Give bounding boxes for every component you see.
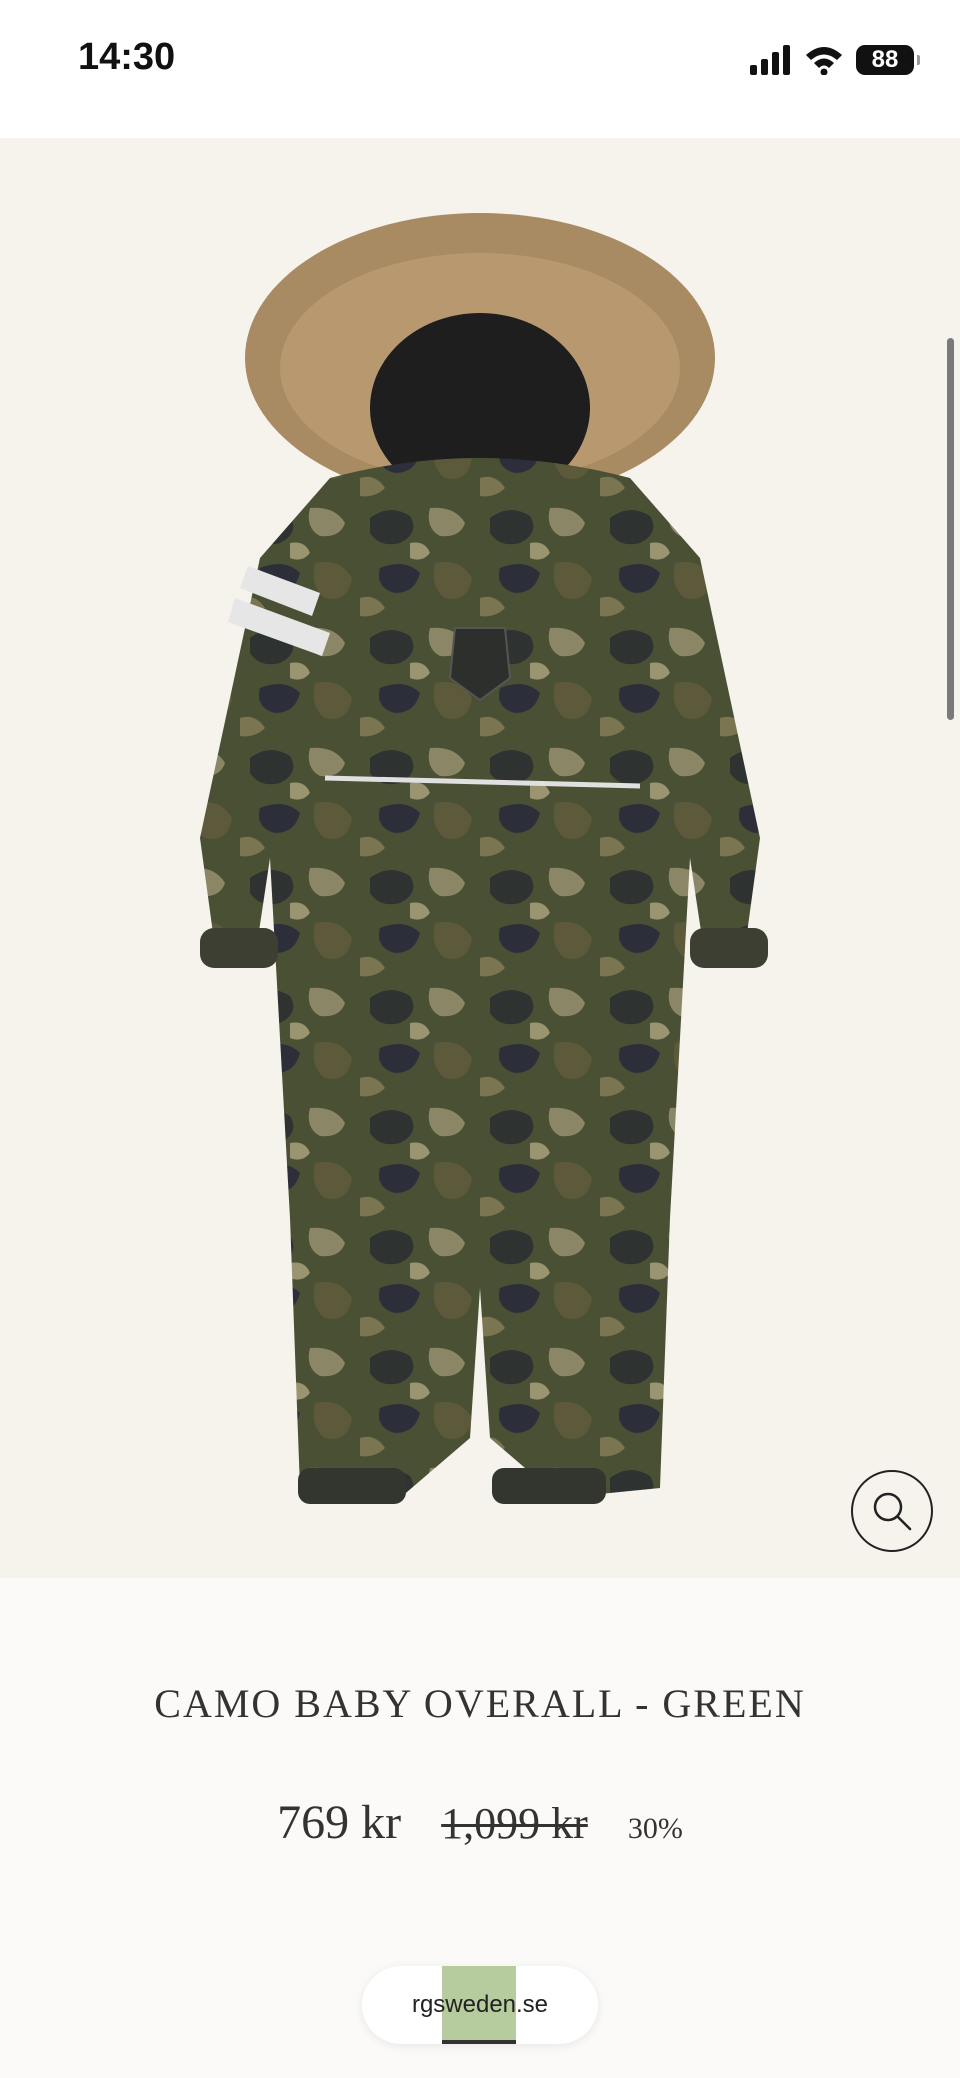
scrollbar[interactable] — [947, 338, 954, 720]
price-row: 769 kr 1,099 kr 30% — [0, 1795, 960, 1850]
wifi-icon — [806, 47, 842, 75]
price-original: 1,099 kr — [441, 1799, 588, 1848]
product-image[interactable] — [0, 138, 960, 1578]
url-text: rgsweden.se — [411, 1991, 549, 2018]
status-icons: 88 — [750, 42, 920, 78]
signal-icon — [750, 45, 790, 75]
zoom-button[interactable] — [851, 1470, 933, 1552]
price-current: 769 kr — [277, 1796, 402, 1849]
status-bar: 14:30 88 — [0, 0, 960, 138]
battery-icon: 88 — [856, 45, 920, 75]
status-time: 14:30 — [78, 36, 176, 78]
camo-overall-image — [200, 213, 768, 1504]
url-cursor-underline — [442, 2040, 516, 2044]
discount-badge: 30% — [627, 1812, 683, 1845]
url-bar[interactable]: rgsweden.se — [362, 1966, 598, 2044]
zoom-icon — [873, 1492, 912, 1531]
product-title: CAMO BABY OVERALL - GREEN — [154, 1681, 806, 1726]
